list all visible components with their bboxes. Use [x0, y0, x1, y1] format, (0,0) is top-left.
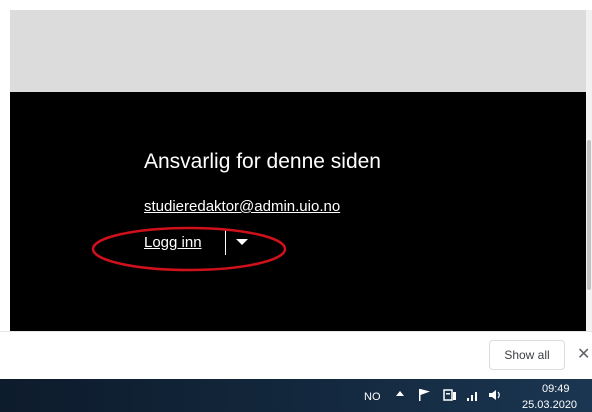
downloads-bar: Show all ✕ [0, 331, 592, 380]
clock-time[interactable]: 09:49 [542, 383, 570, 395]
language-indicator[interactable]: NO [364, 391, 381, 403]
red-circle-annotation [91, 226, 287, 272]
scrollbar-thumb[interactable] [587, 140, 591, 290]
chevron-up-icon[interactable] [395, 389, 405, 399]
close-icon[interactable]: ✕ [577, 344, 590, 364]
show-all-button[interactable]: Show all [489, 340, 565, 370]
volume-icon[interactable] [487, 387, 503, 403]
page-content-area [10, 10, 586, 92]
footer-heading: Ansvarlig for denne siden [144, 150, 381, 173]
flag-icon[interactable] [417, 387, 433, 403]
clock-date[interactable]: 25.03.2020 [522, 399, 577, 411]
responsible-email-link[interactable]: studieredaktor@admin.uio.no [144, 198, 340, 215]
windows-taskbar: NO 09:49 25.03.2020 [0, 379, 592, 412]
signal-icon[interactable] [465, 387, 481, 403]
network-icon[interactable] [442, 387, 458, 403]
